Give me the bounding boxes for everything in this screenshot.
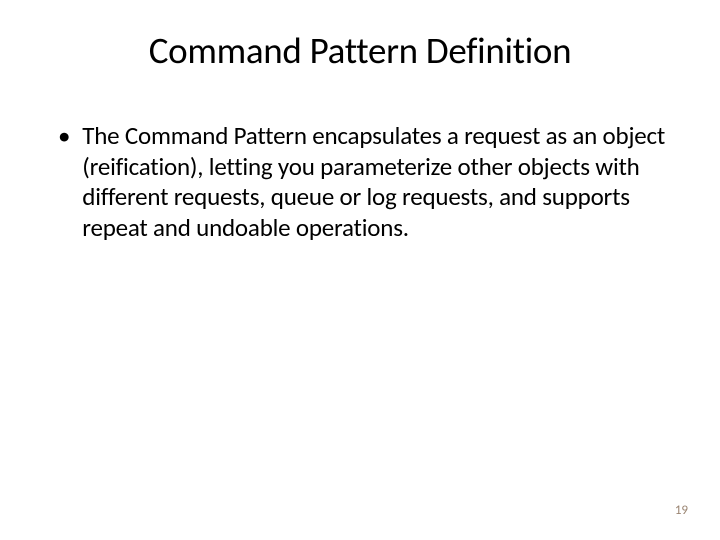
bullet-item: • The Command Pattern encapsulates a req… [58,121,670,243]
bullet-marker: • [58,121,70,152]
slide-content: • The Command Pattern encapsulates a req… [50,121,670,243]
page-number: 19 [675,503,688,518]
bullet-text: The Command Pattern encapsulates a reque… [82,121,670,243]
slide-title: Command Pattern Definition [50,28,670,73]
slide-container: Command Pattern Definition • The Command… [0,0,720,540]
